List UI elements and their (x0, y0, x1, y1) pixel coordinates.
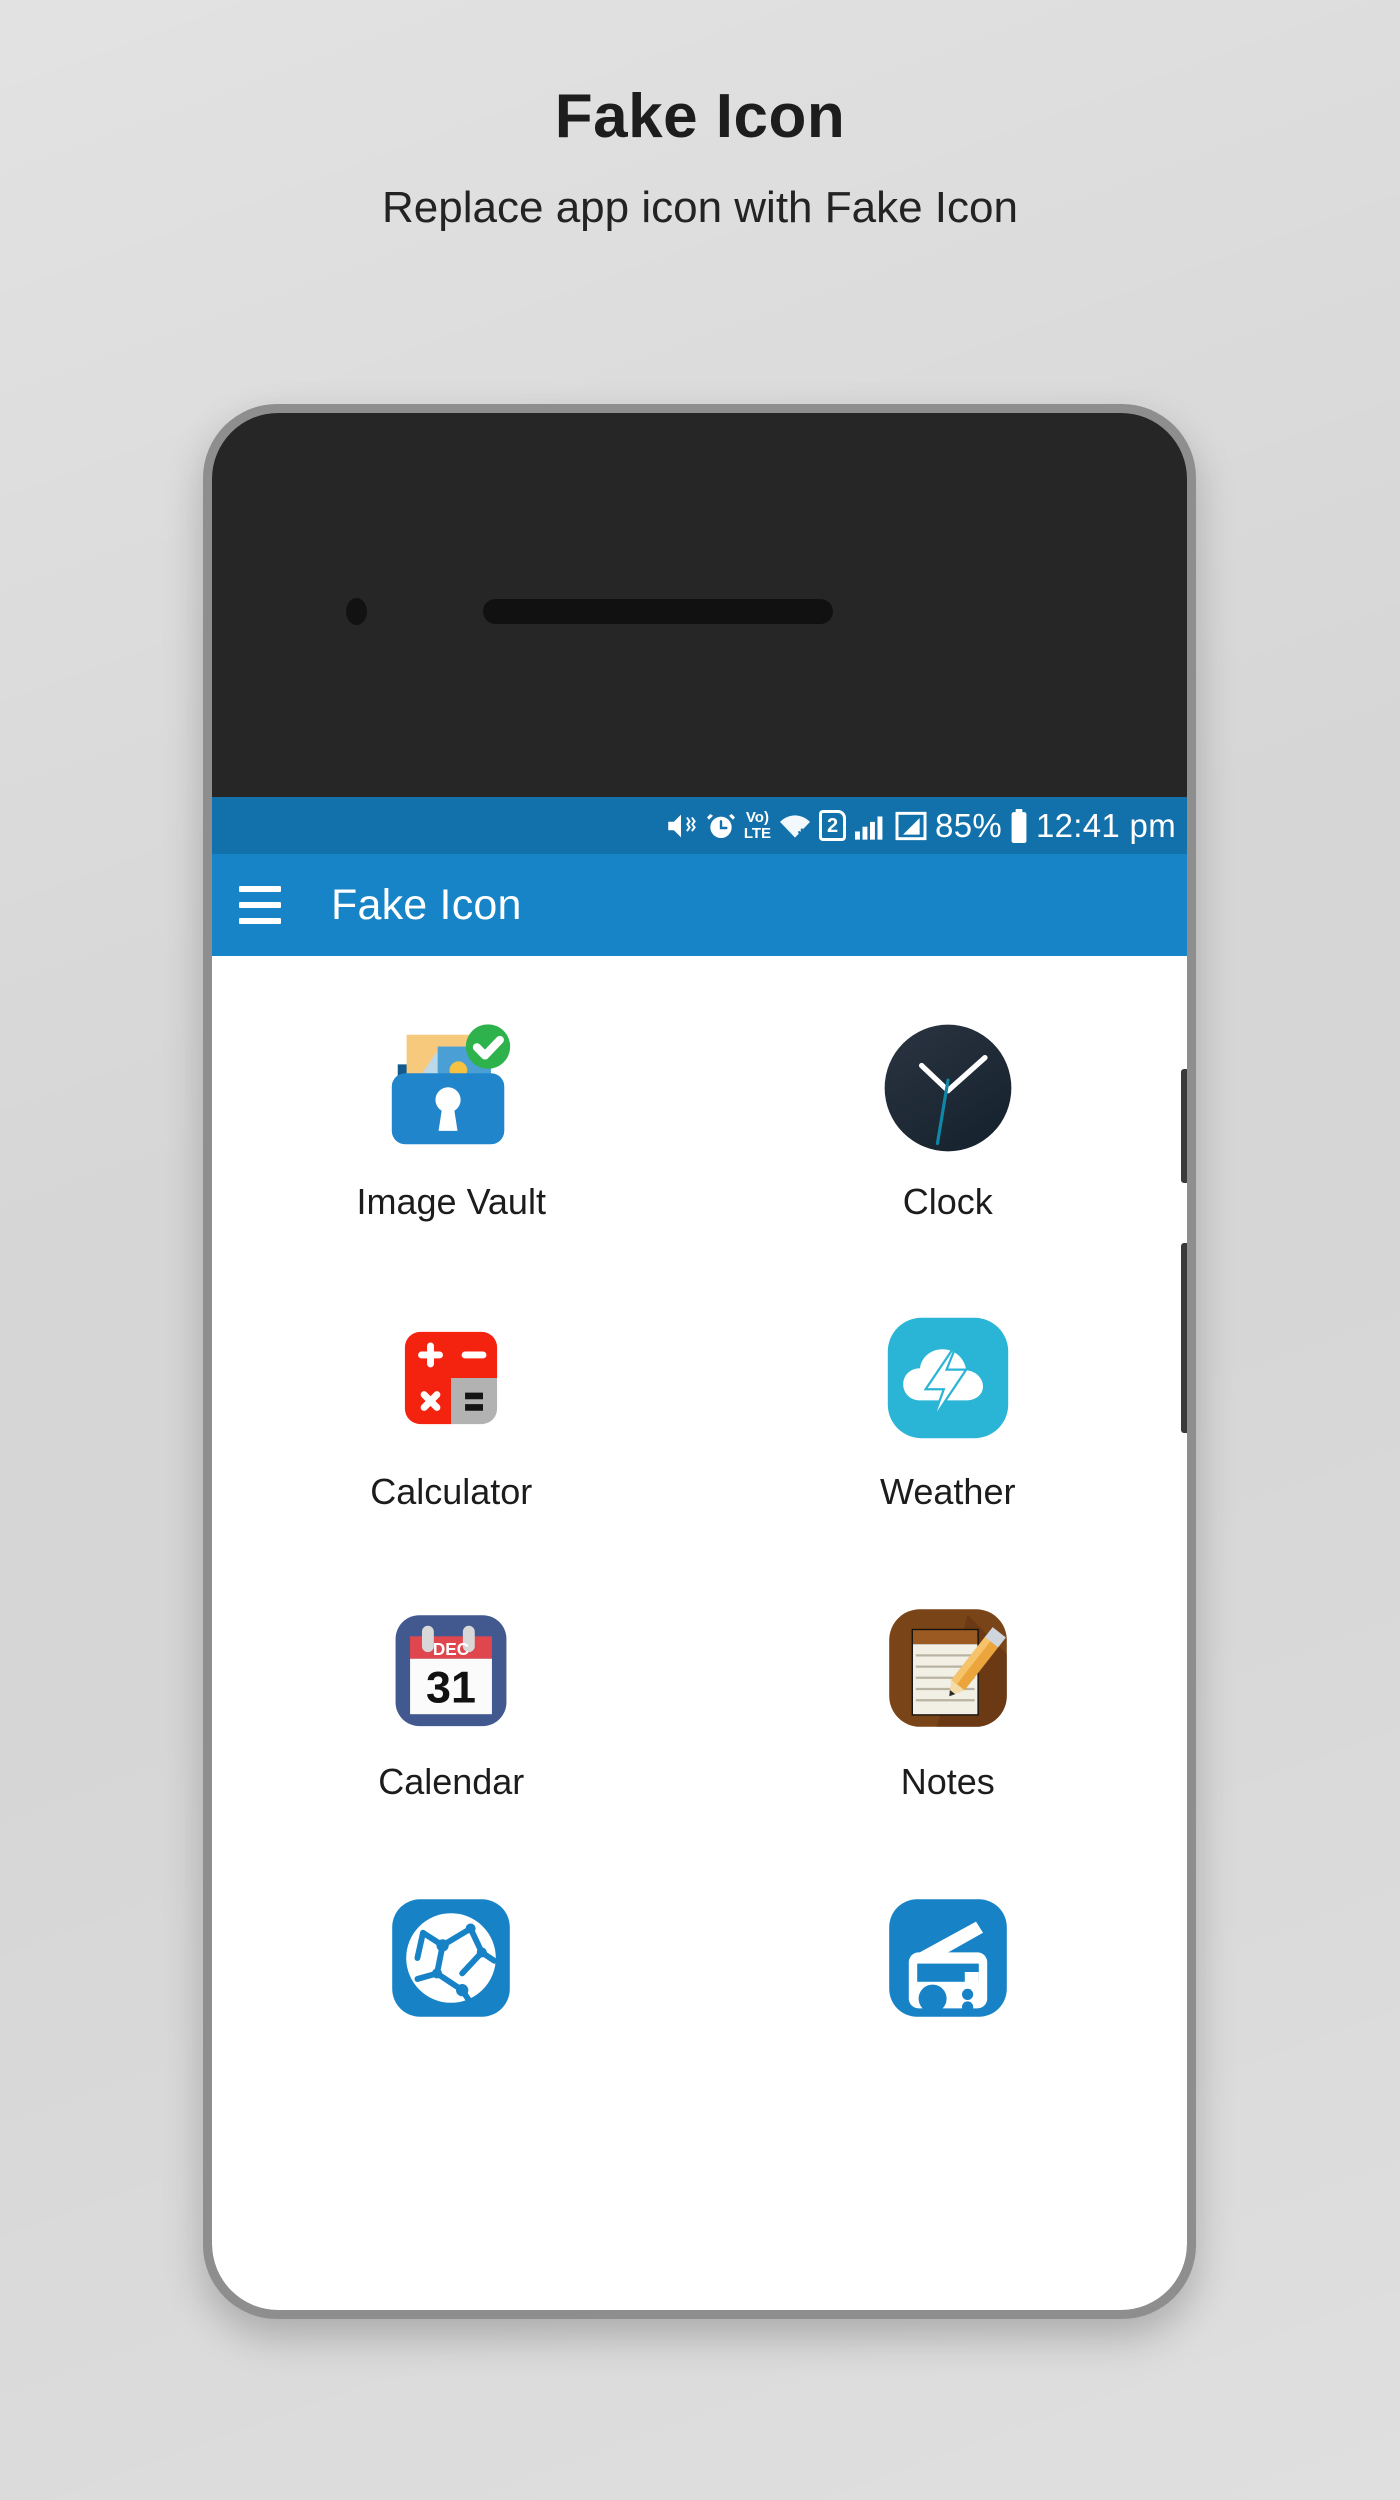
app-label: Clock (902, 1181, 993, 1222)
app-bar-title: Fake Icon (331, 880, 522, 929)
clock-time-label: 12:41 pm (1036, 807, 1176, 844)
alarm-clock-icon (705, 810, 737, 842)
power-button[interactable] (1181, 1069, 1187, 1183)
image-vault-icon (375, 1012, 527, 1164)
promo-title: Fake Icon (554, 82, 846, 151)
promo-subtitle: Replace app icon with Fake Icon (382, 183, 1018, 232)
phone-body: Vo) LTE 2 85% 12:41 pm Fake Icon Image V… (212, 413, 1187, 2310)
app-item-image-vault[interactable]: Image Vault (212, 1012, 700, 1302)
app-label: Notes (900, 1761, 995, 1802)
promo-header: Fake Icon Replace app icon with Fake Ico… (0, 0, 1400, 230)
calculator-icon (375, 1302, 527, 1454)
battery-percent-label: 85% (935, 807, 1002, 844)
phone-mockup: Vo) LTE 2 85% 12:41 pm Fake Icon Image V… (203, 404, 1196, 2319)
weather-icon (872, 1302, 1024, 1454)
app-item-notes[interactable]: Notes (700, 1592, 1188, 1882)
app-item-browser[interactable] (212, 1882, 700, 2172)
volte-bottom-label: LTE (743, 824, 772, 842)
app-label: Calendar (378, 1761, 525, 1802)
app-item-calculator[interactable]: Calculator (212, 1302, 700, 1592)
notes-icon (872, 1592, 1024, 1744)
app-label: Calculator (370, 1471, 533, 1512)
calendar-icon: DEC 31 (375, 1592, 527, 1744)
volte-top-label: Vo) (745, 808, 769, 826)
browser-globe-icon (375, 1882, 527, 2034)
app-item-weather[interactable]: Weather (700, 1302, 1188, 1592)
clock-icon (872, 1012, 1024, 1164)
signal-strength-icon (894, 810, 928, 842)
sim-2-icon: 2 (819, 810, 847, 841)
hamburger-menu-icon[interactable] (239, 886, 281, 924)
volume-button[interactable] (1181, 1243, 1187, 1433)
app-item-clock[interactable]: Clock (700, 1012, 1188, 1302)
radio-icon (872, 1882, 1024, 2034)
app-label: Image Vault (356, 1181, 546, 1222)
screen-surface: Vo) LTE 2 85% 12:41 pm Fake Icon Image V… (212, 797, 1187, 2310)
calendar-month-label: DEC (433, 1639, 469, 1659)
app-item-radio[interactable] (700, 1882, 1188, 2172)
app-label: Weather (880, 1471, 1016, 1512)
app-bar: Fake Icon (212, 854, 1187, 956)
battery-icon (1009, 808, 1029, 843)
mute-vibrate-icon (664, 809, 698, 843)
volte-icon: Vo) LTE (743, 808, 772, 842)
wifi-icon (778, 811, 812, 841)
status-bar: Vo) LTE 2 85% 12:41 pm (212, 797, 1187, 854)
app-item-calendar[interactable]: DEC 31 Calendar (212, 1592, 700, 1882)
phone-screen: Vo) LTE 2 85% 12:41 pm Fake Icon Image V… (212, 413, 1187, 2310)
signal-bars-icon (853, 811, 887, 841)
app-grid: Image Vault Clock Calculator Weather DEC… (212, 956, 1187, 2172)
calendar-day-label: 31 (426, 1661, 476, 1712)
